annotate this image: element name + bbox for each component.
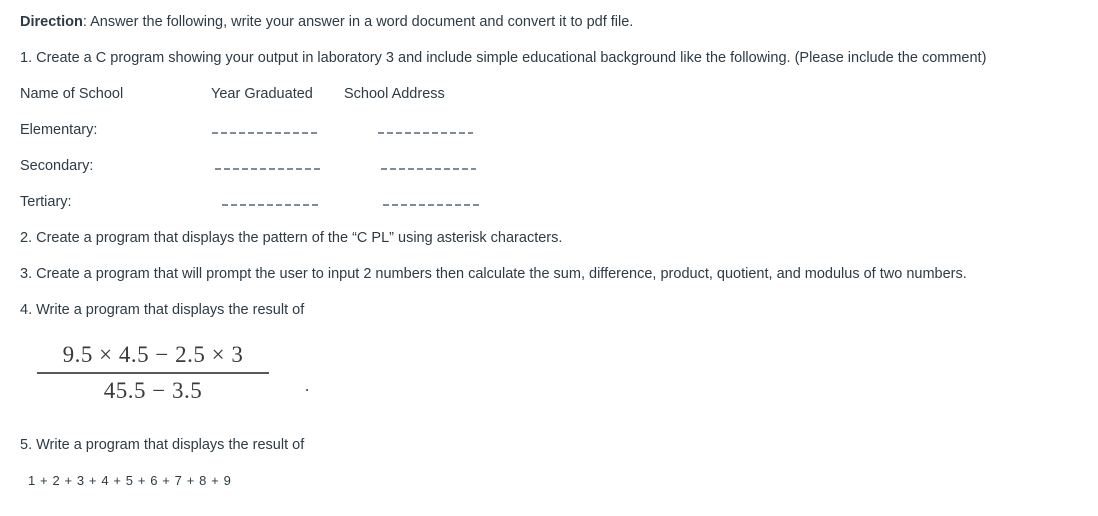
formula-denominator: 45.5 − 3.5 xyxy=(103,377,203,403)
table-header-name-of-school: Name of School xyxy=(20,86,124,102)
table-header-year-graduated: Year Graduated xyxy=(211,86,313,102)
question-3: 3. Create a program that will prompt the… xyxy=(20,266,967,282)
formula-fraction-bar xyxy=(37,372,269,374)
direction-line: Direction: Answer the following, write y… xyxy=(20,13,633,31)
blank-elementary-year xyxy=(212,132,320,134)
question-1: 1. Create a C program showing your outpu… xyxy=(20,50,987,66)
table-row-label-tertiary: Tertiary: xyxy=(20,194,72,210)
table-row-label-secondary: Secondary: xyxy=(20,158,94,174)
table-row-label-elementary: Elementary: xyxy=(20,122,98,138)
blank-secondary-year xyxy=(215,168,323,170)
question-5: 5. Write a program that displays the res… xyxy=(20,437,305,453)
sum-expression: 1 + 2 + 3 + 4 + 5 + 6 + 7 + 8 + 9 xyxy=(28,473,232,488)
blank-elementary-address xyxy=(378,132,473,134)
formula-trailing-period: . xyxy=(305,376,310,395)
blank-secondary-address xyxy=(381,168,476,170)
blank-tertiary-year xyxy=(222,204,320,206)
question-4: 4. Write a program that displays the res… xyxy=(20,302,305,318)
direction-text: : Answer the following, write your answe… xyxy=(82,14,634,30)
document-body: Direction: Answer the following, write y… xyxy=(0,0,1098,516)
question-2: 2. Create a program that displays the pa… xyxy=(20,230,563,246)
blank-tertiary-address xyxy=(383,204,481,206)
table-header-school-address: School Address xyxy=(344,86,445,102)
formula-fraction: 9.5 × 4.5 − 2.5 × 3 45.5 − 3.5 . xyxy=(37,340,309,406)
formula-numerator: 9.5 × 4.5 − 2.5 × 3 xyxy=(62,342,244,367)
direction-label: Direction xyxy=(20,14,83,30)
